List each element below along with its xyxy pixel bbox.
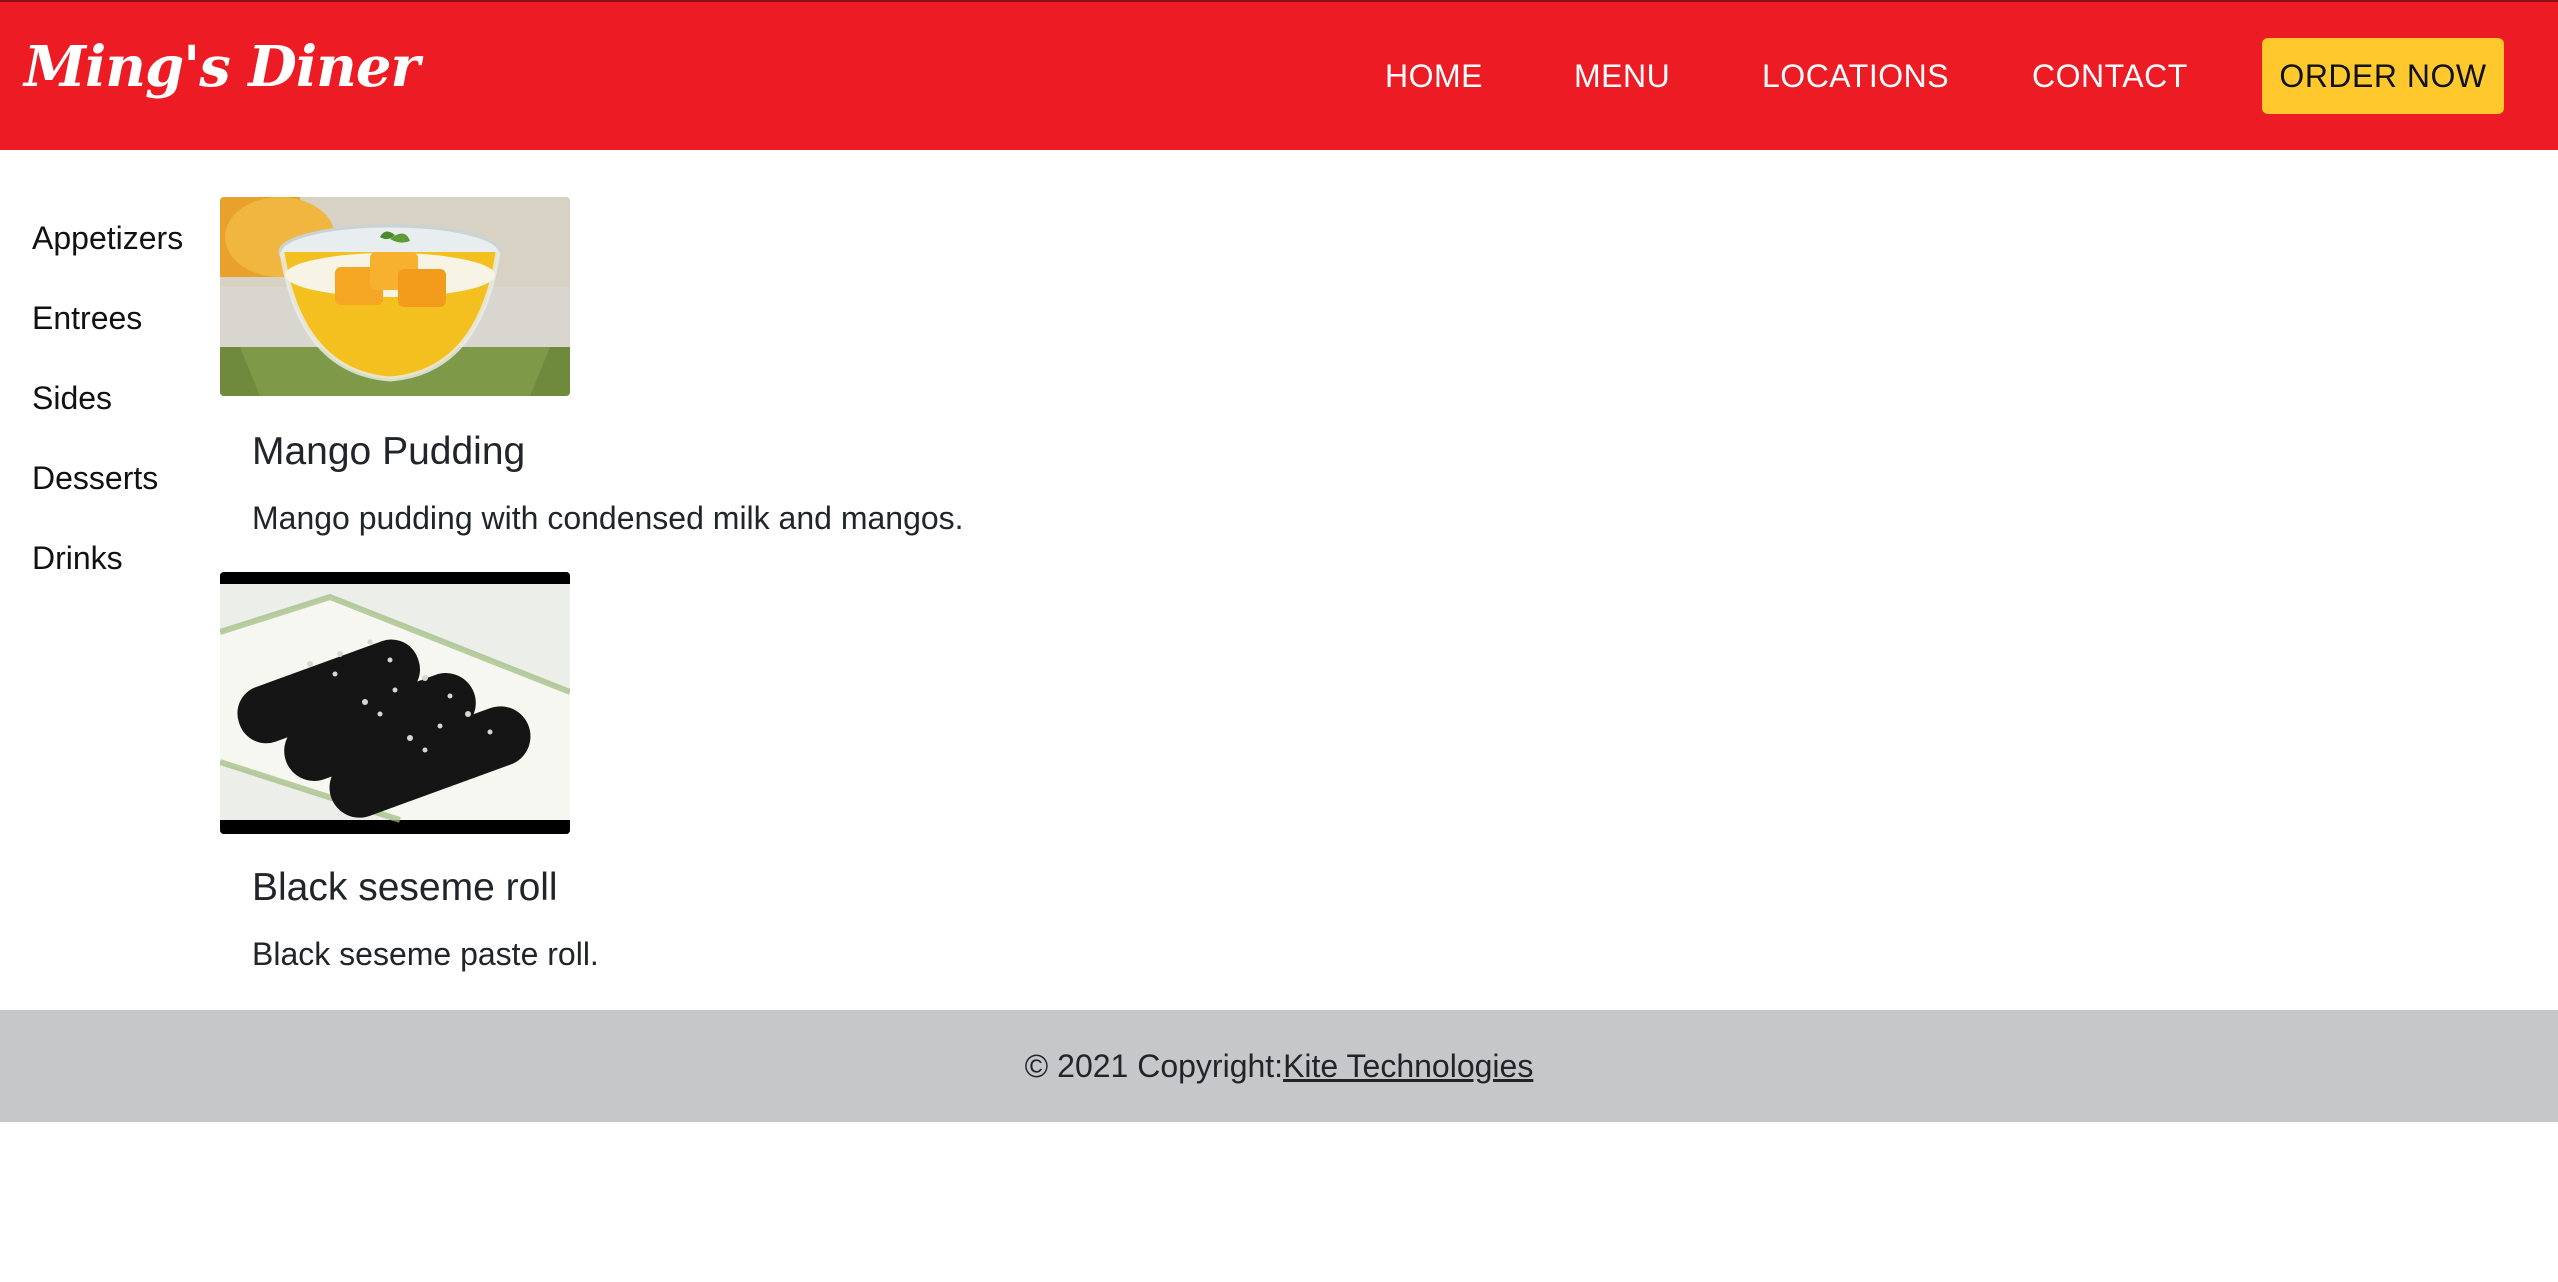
order-now-button[interactable]: ORDER NOW [2262, 38, 2504, 114]
footer: © 2021 Copyright: Kite Technologies [0, 1010, 2558, 1122]
menu-item-title: Mango Pudding [252, 430, 526, 473]
sidebar-item-sides[interactable]: Sides [32, 380, 112, 417]
nav-menu-link[interactable]: MENU [1574, 58, 1670, 95]
sidebar-item-drinks[interactable]: Drinks [32, 540, 123, 577]
sidebar-item-desserts[interactable]: Desserts [32, 460, 158, 497]
menu-item-description: Mango pudding with condensed milk and ma… [252, 500, 964, 536]
menu-item-description: Black seseme paste roll. [252, 936, 599, 972]
brand-logo[interactable]: Ming's Diner [24, 34, 420, 100]
sidebar-item-appetizers[interactable]: Appetizers [32, 220, 183, 257]
company-link[interactable]: Kite Technologies [1283, 1048, 1533, 1085]
copyright-text: © 2021 Copyright: [1024, 1047, 1284, 1084]
nav-contact-link[interactable]: CONTACT [2032, 58, 2188, 95]
sidebar-item-entrees[interactable]: Entrees [32, 300, 142, 337]
nav-locations-link[interactable]: LOCATIONS [1762, 58, 1949, 95]
black-sesame-roll-image [220, 572, 570, 834]
mango-pudding-image [220, 197, 570, 396]
top-navbar: Ming's Diner HOME MENU LOCATIONS CONTACT… [0, 0, 2558, 150]
menu-item-title: Black seseme roll [252, 866, 558, 909]
page: Ming's Diner HOME MENU LOCATIONS CONTACT… [0, 0, 2558, 1282]
nav-home-link[interactable]: HOME [1385, 58, 1483, 95]
